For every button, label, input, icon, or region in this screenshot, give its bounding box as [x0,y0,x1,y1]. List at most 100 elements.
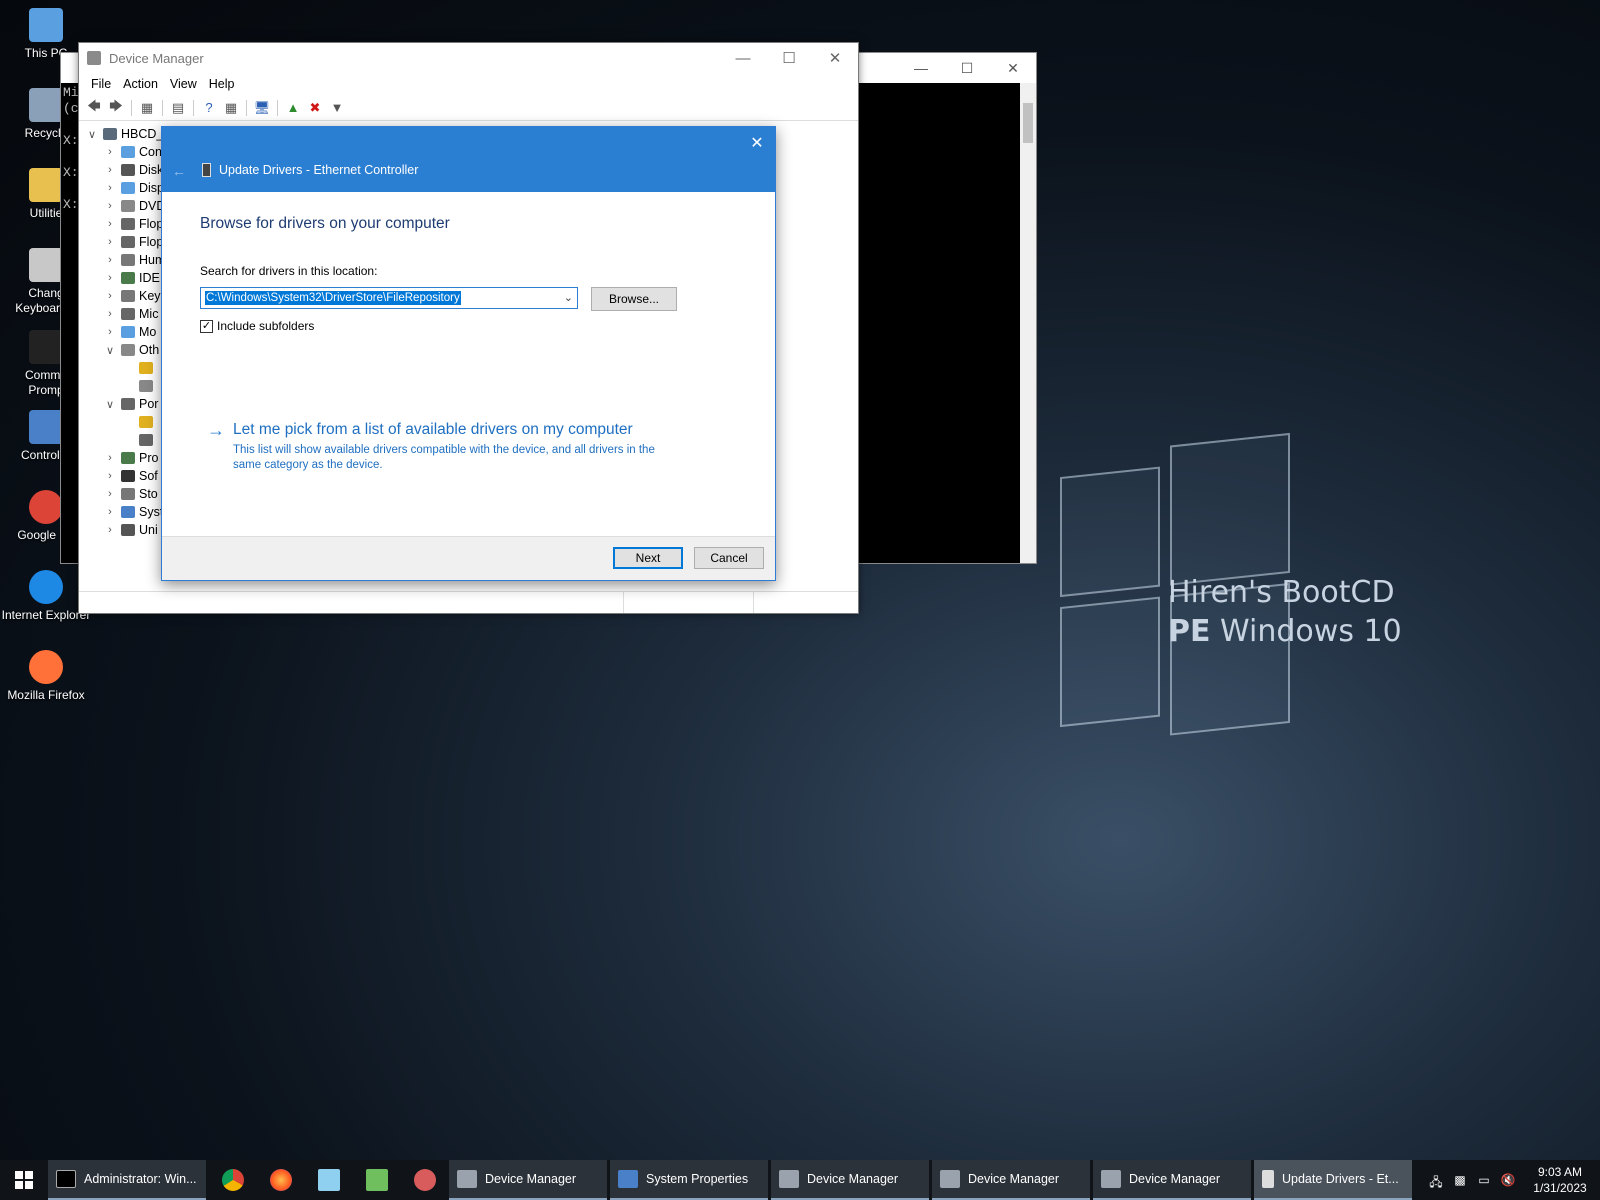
system-tray: 🖧 ▩ ▭ 🔇 9:03 AM 1/31/2023 [1424,1160,1600,1200]
pick-from-list-description: This list will show available drivers co… [233,444,655,471]
help-icon[interactable]: ? [200,99,218,117]
chevron-right-icon[interactable]: › [103,182,117,194]
tree-item-label: Pro [139,451,159,465]
minimize-icon[interactable]: — [898,53,944,83]
device-category-icon [121,236,135,248]
download-icon[interactable]: ▼ [328,99,346,117]
device-manager-titlebar[interactable]: Device Manager — ☐ ✕ [79,43,858,73]
action-pane-icon[interactable]: ▦ [222,99,240,117]
chevron-right-icon[interactable]: › [103,254,117,266]
update-driver-icon[interactable]: ▲ [284,99,302,117]
chevron-right-icon[interactable]: › [103,326,117,338]
wallpaper-brand: Hiren's BootCD PE Windows 10 [1168,575,1402,649]
chevron-right-icon[interactable]: › [103,146,117,158]
include-subfolders-label[interactable]: Include subfolders [217,319,314,333]
location-value[interactable]: C:\Windows\System32\DriverStore\FileRepo… [205,291,461,305]
chevron-right-icon[interactable]: › [103,452,117,464]
next-button[interactable]: Next [613,547,683,569]
menu-view[interactable]: View [164,77,203,91]
chevron-right-icon[interactable]: › [103,200,117,212]
taskbar-window-device-manager[interactable]: Device Manager [932,1160,1090,1200]
chevron-right-icon[interactable]: › [103,506,117,518]
close-icon[interactable]: ✕ [812,43,858,73]
control-panel-icon [29,410,63,444]
taskbar-window-device-manager[interactable]: Device Manager [771,1160,929,1200]
checkbox-box[interactable]: ✓ [200,319,213,333]
chevron-right-icon[interactable]: › [103,164,117,176]
device-manager-icon [940,1170,960,1188]
window-title: Device Manager [109,50,204,66]
chevron-down-icon[interactable]: ∨ [103,398,117,411]
start-button[interactable] [0,1160,48,1200]
task-icon [366,1169,388,1191]
chevron-right-icon[interactable]: › [103,290,117,302]
windows-logo-icon [15,1171,33,1189]
dialog-title-text: Update Drivers - Ethernet Controller [219,163,419,177]
cancel-button[interactable]: Cancel [694,547,764,569]
device-manager-icon [1101,1170,1121,1188]
chevron-right-icon[interactable]: › [103,524,117,536]
device-category-icon [121,506,135,518]
taskbar-window-device-manager[interactable]: Device Manager [449,1160,607,1200]
volume-muted-icon[interactable]: 🔇 [1499,1173,1517,1187]
console-tree-icon[interactable]: ▦ [138,99,156,117]
chevron-right-icon[interactable]: › [103,470,117,482]
tree-item-label: Disk [139,163,164,177]
chevron-right-icon[interactable]: › [103,236,117,248]
device-category-icon [121,146,135,158]
taskbar-window-system-properties[interactable]: System Properties [610,1160,768,1200]
menu-file[interactable]: File [85,77,117,91]
back-arrow-icon[interactable]: 🡄 [85,98,103,117]
toolbar-separator [162,99,163,116]
pick-from-list-link[interactable]: → Let me pick from a list of available d… [207,421,673,473]
close-icon[interactable]: ✕ [990,53,1036,83]
scrollbar-thumb[interactable] [1023,103,1033,143]
clock[interactable]: 9:03 AM 1/31/2023 [1520,1164,1600,1196]
device-category-icon [121,524,135,536]
menu-help[interactable]: Help [203,77,241,91]
desktop-icon-mozilla-firefox[interactable]: Mozilla Firefox [0,650,92,703]
taskbar-window-cmd[interactable]: Administrator: Win... [48,1160,206,1200]
chevron-down-icon[interactable]: ∨ [103,344,117,357]
notepad-icon [318,1169,340,1191]
minimize-icon[interactable]: — [720,43,766,73]
forward-arrow-icon[interactable]: 🡆 [107,98,125,117]
chevron-down-icon[interactable]: ∨ [85,128,99,141]
chevron-down-icon[interactable]: ⌄ [564,291,573,304]
location-combobox[interactable]: C:\Windows\System32\DriverStore\FileRepo… [200,287,578,309]
usb-icon[interactable]: ▭ [1475,1173,1493,1187]
chevron-right-icon[interactable]: › [103,308,117,320]
maximize-icon[interactable]: ☐ [944,53,990,83]
device-manager-icon [779,1170,799,1188]
taskbar-window-device-manager[interactable]: Device Manager [1093,1160,1251,1200]
taskbar-window-update-drivers[interactable]: Update Drivers - Et... [1254,1160,1412,1200]
right-arrow-icon: → [207,420,225,440]
menu-action[interactable]: Action [117,77,164,91]
paint-icon [414,1169,436,1191]
taskbar-pin-firefox[interactable] [257,1160,305,1200]
chrome-icon [222,1169,244,1191]
properties-icon[interactable]: ▤ [169,99,187,117]
update-drivers-dialog[interactable]: ✕ ← Update Drivers - Ethernet Controller… [161,126,776,581]
chevron-right-icon[interactable]: › [103,272,117,284]
scan-hardware-icon[interactable]: 🖥 [253,99,271,117]
taskbar-pin-task[interactable] [353,1160,401,1200]
display-icon[interactable]: ▩ [1451,1173,1469,1187]
tree-item-label: IDE [139,271,160,285]
taskbar-pin-chrome[interactable] [209,1160,257,1200]
tree-item-label: Oth [139,343,160,357]
uninstall-device-icon[interactable]: ✖ [306,99,324,117]
maximize-icon[interactable]: ☐ [766,43,812,73]
network-icon[interactable]: 🖧 [1427,1173,1445,1189]
close-icon[interactable]: ✕ [745,131,769,155]
pick-from-list-title[interactable]: Let me pick from a list of available dri… [233,421,673,439]
browse-button[interactable]: Browse... [591,287,677,311]
taskbar-pin-notepad[interactable] [305,1160,353,1200]
chevron-right-icon[interactable]: › [103,218,117,230]
console-scrollbar[interactable] [1020,83,1036,563]
include-subfolders-checkbox[interactable]: ✓ Include subfolders [200,319,314,333]
toolbar-separator [131,99,132,116]
taskbar-pin-paint[interactable] [401,1160,449,1200]
chevron-right-icon[interactable]: › [103,488,117,500]
back-arrow-icon[interactable]: ← [172,163,186,179]
